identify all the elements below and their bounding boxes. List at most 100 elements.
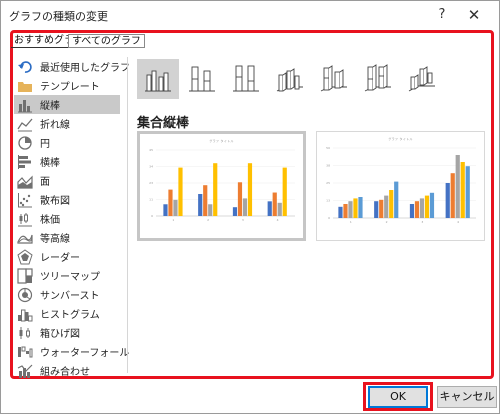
sidebar-item[interactable]: ウォーターフォール xyxy=(14,342,129,361)
sidebar-item[interactable]: サンバースト xyxy=(14,285,120,304)
line-chart-icon xyxy=(17,116,33,132)
sidebar-item-label: 縦棒 xyxy=(40,101,60,112)
chart-bar xyxy=(338,206,343,218)
3d-clustered-column-icon[interactable] xyxy=(269,59,311,99)
x-tick-label: 1 xyxy=(350,220,352,224)
undo-icon xyxy=(17,59,33,75)
chart-bar xyxy=(424,195,430,218)
treemap-chart-icon xyxy=(17,267,33,284)
y-tick-label: 25 xyxy=(326,181,330,185)
combo-chart-icon xyxy=(17,363,33,379)
100-stacked-column-icon[interactable] xyxy=(225,59,267,99)
y-tick-label: 0 xyxy=(328,216,330,220)
y-tick-label: 38 xyxy=(326,164,330,168)
radar-chart-icon xyxy=(17,248,33,265)
stock-chart-icon xyxy=(17,211,33,227)
sidebar-item[interactable]: 散布図 xyxy=(14,190,120,209)
chart-preview-1[interactable]: グラフ タイトル 1 2 3 4 45 34 23 11 0 xyxy=(137,131,306,241)
sidebar-item[interactable]: ツリーマップ xyxy=(14,266,120,285)
chart-bar xyxy=(394,181,399,218)
sidebar-item-label: 円 xyxy=(40,139,50,150)
sidebar-item-label: 面 xyxy=(40,177,50,188)
chart-bar xyxy=(277,202,282,216)
sidebar-item-label: ウォーターフォール xyxy=(40,348,130,359)
chart-bar xyxy=(450,173,455,218)
sidebar-item[interactable]: 面 xyxy=(14,171,120,190)
sidebar-item-label: 散布図 xyxy=(40,196,70,207)
sidebar-item-label: ツリーマップ xyxy=(40,272,100,283)
clustered-column-icon[interactable] xyxy=(137,59,179,99)
3d-100-stacked-column-icon[interactable] xyxy=(357,59,399,99)
chart-preview-2[interactable]: グラフ タイトル 1 2 3 4 50 38 25 13 0 xyxy=(316,131,485,241)
sidebar-item[interactable]: ヒストグラム xyxy=(14,304,120,323)
chart-bar xyxy=(358,197,363,218)
ok-button[interactable]: OK xyxy=(368,386,428,408)
title-bar: グラフの種類の変更 ? ✕ xyxy=(1,1,499,29)
sidebar-item-label: 折れ線 xyxy=(40,120,70,131)
close-button[interactable]: ✕ xyxy=(463,5,485,25)
chart-category-list: 最近使用したグラフテンプレート縦棒折れ線円横棒面散布図株価等高線レーダーツリーマ… xyxy=(14,57,130,380)
bar-chart-icon xyxy=(17,154,33,170)
stacked-column-icon[interactable] xyxy=(181,59,223,99)
sidebar-item-label: レーダー xyxy=(40,253,80,264)
chart-bar xyxy=(213,163,218,216)
y-tick-label: 11 xyxy=(149,198,153,202)
sidebar-item[interactable]: 組み合わせ xyxy=(14,361,120,380)
sunburst-chart-icon xyxy=(17,287,33,303)
sidebar-item[interactable]: 円 xyxy=(14,133,120,152)
sidebar-item-label: 最近使用したグラフ xyxy=(40,63,130,74)
chart-bar xyxy=(208,204,213,216)
y-tick-label: 45 xyxy=(149,148,153,152)
chart-bar xyxy=(389,190,394,218)
sidebar-item-label: 横棒 xyxy=(40,158,60,169)
tab-all-charts[interactable]: すべてのグラフ xyxy=(68,34,145,48)
chart-bar xyxy=(247,163,253,216)
sidebar-item[interactable]: 等高線 xyxy=(14,228,120,247)
help-button[interactable]: ? xyxy=(431,5,453,25)
sidebar-item-label: ヒストグラム xyxy=(40,310,100,321)
chart-bar xyxy=(237,182,243,216)
sidebar-item[interactable]: レーダー xyxy=(14,247,120,266)
chart-bar xyxy=(460,162,465,218)
chart-bar xyxy=(168,189,173,216)
sidebar-item-label: サンバースト xyxy=(40,291,100,302)
x-tick-label: 3 xyxy=(242,218,244,222)
sidebar-item-label: 等高線 xyxy=(40,234,70,245)
x-tick-label: 2 xyxy=(207,218,209,222)
chart-bar xyxy=(374,201,379,218)
x-tick-label: 4 xyxy=(277,218,279,222)
chart-bar xyxy=(419,198,425,218)
chart-bar xyxy=(465,166,470,218)
x-tick-label: 1 xyxy=(172,218,174,222)
y-tick-label: 13 xyxy=(326,199,330,203)
sidebar-item[interactable]: 株価 xyxy=(14,209,120,228)
chart-bar xyxy=(173,199,178,216)
y-tick-label: 34 xyxy=(149,165,153,169)
3d-column-icon[interactable] xyxy=(401,59,443,99)
chart-bar xyxy=(379,199,384,218)
cancel-button[interactable]: キャンセル xyxy=(437,386,497,408)
chart-bar xyxy=(353,198,358,218)
sidebar-item[interactable]: テンプレート xyxy=(14,76,120,95)
sidebar-item[interactable]: 箱ひげ図 xyxy=(14,323,120,342)
pie-chart-icon xyxy=(17,135,33,151)
chart-bar xyxy=(348,201,353,218)
y-tick-label: 23 xyxy=(149,181,153,185)
sidebar-item[interactable]: 縦棒 xyxy=(14,95,120,114)
x-tick-label: 2 xyxy=(386,220,388,224)
sidebar-item[interactable]: 最近使用したグラフ xyxy=(14,57,130,76)
scatter-chart-icon xyxy=(17,192,33,208)
chart-bar xyxy=(343,204,348,218)
box-whisker-chart-icon xyxy=(17,325,33,341)
3d-stacked-column-icon[interactable] xyxy=(313,59,355,99)
chart-bar xyxy=(414,201,420,218)
y-tick-label: 0 xyxy=(151,214,153,218)
surface-chart-icon xyxy=(17,230,33,246)
change-chart-type-dialog: グラフの種類の変更 ? ✕ おすすめグラフ すべてのグラフ 最近使用したグラフテ… xyxy=(0,0,500,414)
sidebar-item[interactable]: 折れ線 xyxy=(14,114,120,133)
sidebar-item-label: 株価 xyxy=(40,215,60,226)
chart-bar xyxy=(203,185,208,216)
sidebar-item[interactable]: 横棒 xyxy=(14,152,120,171)
waterfall-chart-icon xyxy=(17,344,33,360)
x-tick-label: 3 xyxy=(421,220,423,224)
